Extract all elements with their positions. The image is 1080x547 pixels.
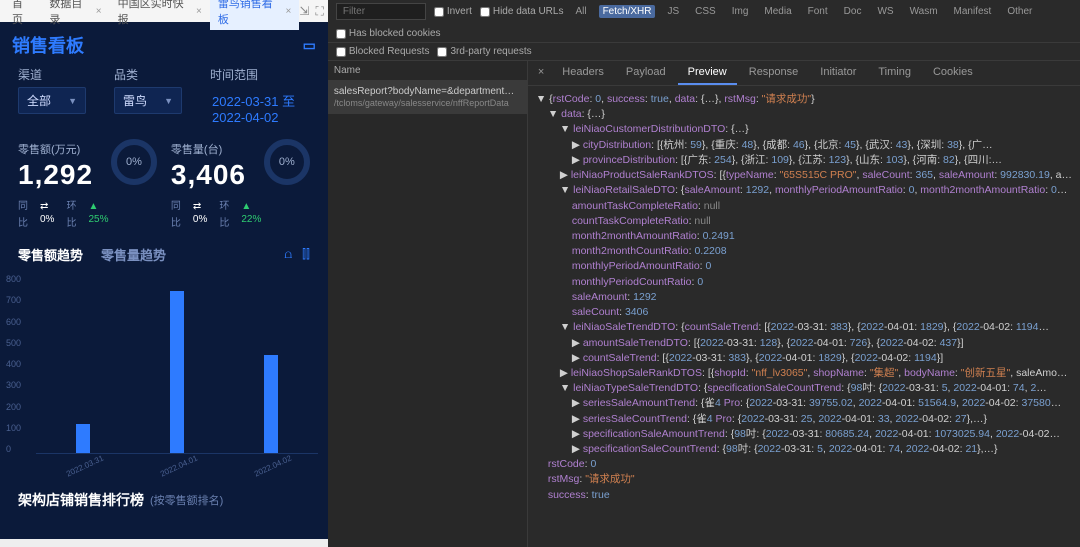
daterange-value[interactable]: 2022-03-31 至 2022-04-02 xyxy=(210,87,310,129)
filter-css[interactable]: CSS xyxy=(691,5,720,18)
invert-checkbox[interactable]: Invert xyxy=(434,6,472,17)
blocked-cookies-checkbox[interactable]: Has blocked cookies xyxy=(336,28,441,39)
chart-bars: 2022.03.312022.04.012022.04.02 xyxy=(36,274,318,454)
tab-payload[interactable]: Payload xyxy=(616,61,676,85)
network-toolbar-2: Blocked Requests 3rd-party requests xyxy=(328,43,1080,61)
hide-data-urls-checkbox[interactable]: Hide data URLs xyxy=(480,6,564,17)
tab-initiator[interactable]: Initiator xyxy=(810,61,866,85)
blocked-requests-checkbox[interactable]: Blocked Requests xyxy=(336,46,430,57)
filter-daterange: 时间范围 2022-03-31 至 2022-04-02 xyxy=(210,66,310,129)
horizontal-scrollbar[interactable] xyxy=(0,539,328,547)
select-value: 雷鸟 xyxy=(123,92,147,109)
metric-value: 3,406 xyxy=(171,159,261,191)
filter-wasm[interactable]: Wasm xyxy=(906,5,942,18)
chevron-down-icon: ▼ xyxy=(164,96,173,106)
progress-donut: 0% xyxy=(111,139,157,185)
request-row[interactable]: salesReport?bodyName=&departmentName… /t… xyxy=(328,81,527,114)
filter-img[interactable]: Img xyxy=(728,5,753,18)
filters: 渠道 全部 ▼ 品类 雷鸟 ▼ 时间范围 2022-03-31 至 2022-0… xyxy=(0,64,328,135)
request-name: salesReport?bodyName=&departmentName… xyxy=(334,85,521,98)
filter-all[interactable]: All xyxy=(571,5,590,18)
request-detail: × Headers Payload Preview Response Initi… xyxy=(528,61,1080,547)
request-list: Name salesReport?bodyName=&departmentNam… xyxy=(328,61,528,547)
metric-amount: 零售额(万元) 1,292 同比 ⇄0% 环比 ▲25% 0% xyxy=(18,141,157,229)
select-value: 全部 xyxy=(27,92,51,109)
tabs-actions: ⇲ ⛶ xyxy=(299,4,323,19)
close-detail-icon[interactable]: × xyxy=(532,61,550,85)
network-toolbar-1: Invert Hide data URLs All Fetch/XHR JS C… xyxy=(328,0,1080,43)
editor-tabs: 首页 数据目录× 中国区实时快报× 雷鸟销售看板× ⇲ ⛶ xyxy=(0,0,328,22)
close-icon[interactable]: × xyxy=(196,6,202,17)
tab-amount-trend[interactable]: 零售额趋势 xyxy=(18,245,83,264)
devtools-panel: Invert Hide data URLs All Fetch/XHR JS C… xyxy=(328,0,1080,547)
fullscreen-icon[interactable]: ▭ xyxy=(303,37,316,54)
filter-font[interactable]: Font xyxy=(804,5,832,18)
filter-fetch-xhr[interactable]: Fetch/XHR xyxy=(599,5,656,18)
filter-doc[interactable]: Doc xyxy=(840,5,866,18)
filter-input[interactable] xyxy=(336,3,426,20)
name-column-header[interactable]: Name xyxy=(328,61,527,81)
fullscreen-icon[interactable]: ⛶ xyxy=(315,4,323,19)
bar-chart-icon[interactable]: ⫿⫿ xyxy=(302,247,310,262)
metric-detail: 同比 ⇄0% 环比 ▲22% xyxy=(171,197,261,229)
filter-channel: 渠道 全部 ▼ xyxy=(18,66,86,129)
tab-preview[interactable]: Preview xyxy=(678,61,737,85)
collapse-icon[interactable]: ⇲ xyxy=(299,4,309,19)
page-title: 销售看板 xyxy=(12,32,84,58)
chevron-down-icon: ▼ xyxy=(68,96,77,106)
dashboard-panel: 首页 数据目录× 中国区实时快报× 雷鸟销售看板× ⇲ ⛶ 销售看板 ▭ 渠道 … xyxy=(0,0,328,547)
tab-cookies[interactable]: Cookies xyxy=(923,61,983,85)
rank-subtitle: (按零售额排名) xyxy=(150,492,223,508)
network-body: Name salesReport?bodyName=&departmentNam… xyxy=(328,61,1080,547)
metrics: 零售额(万元) 1,292 同比 ⇄0% 环比 ▲25% 0% 零售量(台) xyxy=(0,135,328,233)
close-icon[interactable]: × xyxy=(96,6,102,17)
filter-other[interactable]: Other xyxy=(1003,5,1036,18)
page-title-row: 销售看板 ▭ xyxy=(0,22,328,64)
filter-ws[interactable]: WS xyxy=(873,5,897,18)
third-party-checkbox[interactable]: 3rd-party requests xyxy=(437,46,531,57)
rank-title: 架构店铺销售排行榜 xyxy=(18,490,144,510)
tab-headers[interactable]: Headers xyxy=(552,61,614,85)
detail-tabs: × Headers Payload Preview Response Initi… xyxy=(528,61,1080,86)
close-icon[interactable]: × xyxy=(286,6,292,17)
filter-manifest[interactable]: Manifest xyxy=(950,5,996,18)
category-select[interactable]: 雷鸟 ▼ xyxy=(114,87,182,114)
y-axis: 8007006005004003002001000 xyxy=(6,274,21,454)
rank-section-title: 架构店铺销售排行榜 (按零售额排名) xyxy=(0,478,328,516)
progress-donut: 0% xyxy=(264,139,310,185)
metric-value: 1,292 xyxy=(18,159,108,191)
filter-label: 品类 xyxy=(114,66,182,83)
line-chart-icon[interactable]: ⩍ xyxy=(284,247,292,262)
tab-count-trend[interactable]: 零售量趋势 xyxy=(101,245,166,264)
channel-select[interactable]: 全部 ▼ xyxy=(18,87,86,114)
tab-timing[interactable]: Timing xyxy=(868,61,921,85)
metric-count: 零售量(台) 3,406 同比 ⇄0% 环比 ▲22% 0% xyxy=(171,141,310,229)
filter-media[interactable]: Media xyxy=(760,5,795,18)
filter-label: 时间范围 xyxy=(210,66,310,83)
json-preview[interactable]: ▼ {rstCode: 0, success: true, data: {…},… xyxy=(528,86,1080,547)
trend-tabs: 零售额趋势 零售量趋势 ⩍ ⫿⫿ xyxy=(0,233,328,268)
metric-detail: 同比 ⇄0% 环比 ▲25% xyxy=(18,197,108,229)
request-path: /tcloms/gateway/salesservice/nffReportDa… xyxy=(334,98,521,110)
trend-chart: 8007006005004003002001000 2022.03.312022… xyxy=(0,268,328,478)
filter-js[interactable]: JS xyxy=(663,5,683,18)
filter-category: 品类 雷鸟 ▼ xyxy=(114,66,182,129)
filter-label: 渠道 xyxy=(18,66,86,83)
tab-response[interactable]: Response xyxy=(739,61,809,85)
